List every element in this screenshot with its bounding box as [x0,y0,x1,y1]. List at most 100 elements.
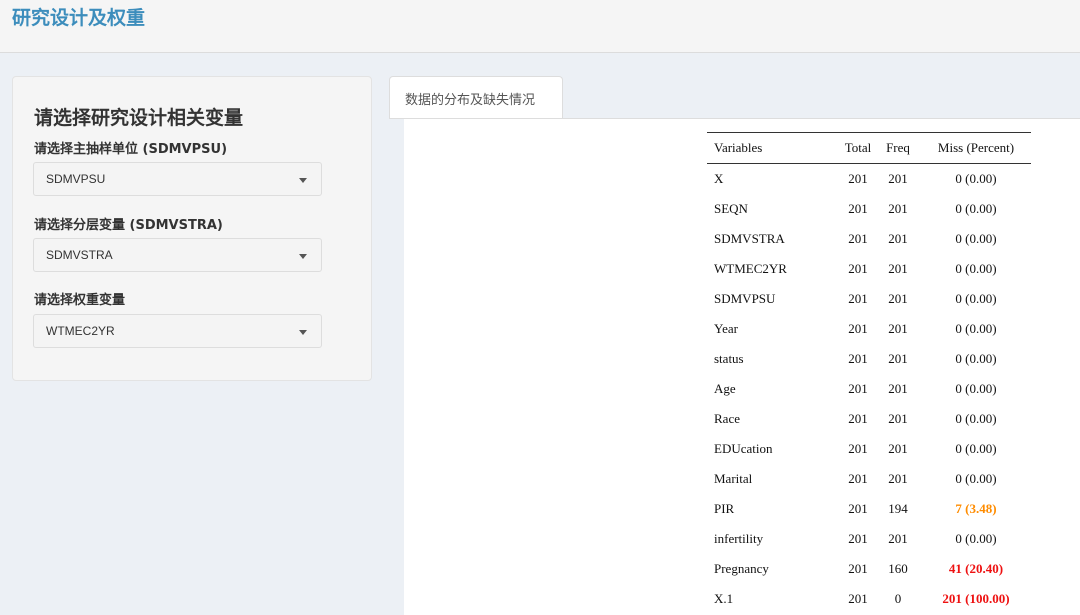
weight-select-value: WTMEC2YR [46,324,115,338]
cell-miss: 0 (0.00) [955,171,997,186]
cell-variable: WTMEC2YR [714,261,787,276]
table-row: Age 201 201 0 (0.00) [707,374,1031,404]
table-row: Year 201 201 0 (0.00) [707,314,1031,344]
cell-total: 201 [848,381,868,396]
header-freq: Freq [875,132,921,164]
cell-miss: 7 (3.48) [955,501,997,516]
cell-total: 201 [848,411,868,426]
cell-variable: Marital [714,471,753,486]
table-row: X 201 201 0 (0.00) [707,164,1031,195]
cell-variable: status [714,351,744,366]
psu-select[interactable]: SDMVPSU [33,162,322,196]
cell-miss: 0 (0.00) [955,351,997,366]
cell-total: 201 [848,471,868,486]
strata-label: 请选择分层变量 (SDMVSTRA) [34,218,223,233]
cell-freq: 201 [888,351,908,366]
cell-total: 201 [848,501,868,516]
header-miss: Miss (Percent) [921,132,1031,164]
cell-freq: 201 [888,381,908,396]
page-title: 研究设计及权重 [12,7,146,29]
table-row: PIR 201 194 7 (3.48) [707,494,1031,524]
cell-miss: 0 (0.00) [955,261,997,276]
header-total: Total [841,132,875,164]
table-row: SDMVSTRA 201 201 0 (0.00) [707,224,1031,254]
cell-miss: 0 (0.00) [955,291,997,306]
cell-freq: 194 [888,501,908,516]
cell-total: 201 [848,261,868,276]
cell-variable: infertility [714,531,764,546]
cell-variable: SEQN [714,201,748,216]
chevron-down-icon [299,178,307,183]
weight-select[interactable]: WTMEC2YR [33,314,322,348]
strata-select-value: SDMVSTRA [46,248,113,262]
psu-select-value: SDMVPSU [46,172,106,186]
cell-total: 201 [848,201,868,216]
table-row: infertility 201 201 0 (0.00) [707,524,1031,554]
chevron-down-icon [299,330,307,335]
cell-miss: 0 (0.00) [955,411,997,426]
cell-total: 201 [848,351,868,366]
weight-label: 请选择权重变量 [34,293,126,308]
top-bar: 研究设计及权重 [0,0,1080,53]
cell-total: 201 [848,531,868,546]
cell-total: 201 [848,591,868,606]
cell-total: 201 [848,291,868,306]
cell-miss: 41 (20.40) [948,561,1004,576]
psu-label: 请选择主抽样单位 (SDMVPSU) [34,142,228,157]
cell-freq: 201 [888,291,908,306]
table-row: Marital 201 201 0 (0.00) [707,464,1031,494]
table-row: Race 201 201 0 (0.00) [707,404,1031,434]
cell-miss: 0 (0.00) [955,441,997,456]
cell-variable: X [714,171,724,186]
cell-freq: 201 [888,231,908,246]
cell-variable: EDUcation [714,441,773,456]
table-row: EDUcation 201 201 0 (0.00) [707,434,1031,464]
tab-distribution-missing[interactable]: 数据的分布及缺失情况 [389,76,563,119]
cell-total: 201 [848,231,868,246]
table-row: WTMEC2YR 201 201 0 (0.00) [707,254,1031,284]
cell-total: 201 [848,441,868,456]
cell-variable: SDMVSTRA [714,231,785,246]
cell-freq: 201 [888,201,908,216]
cell-variable: Race [714,411,740,426]
missing-table: Variables Total Freq Miss (Percent) X 201… [707,132,1031,614]
cell-miss: 201 (100.00) [942,591,1010,606]
cell-variable: X.1 [714,591,734,606]
cell-variable: Pregnancy [714,561,769,576]
cell-total: 201 [848,321,868,336]
cell-miss: 0 (0.00) [955,471,997,486]
cell-total: 201 [848,561,868,576]
cell-miss: 0 (0.00) [955,231,997,246]
table-row: status 201 201 0 (0.00) [707,344,1031,374]
cell-freq: 201 [888,261,908,276]
cell-freq: 201 [888,531,908,546]
cell-variable: Year [714,321,738,336]
table-row: SEQN 201 201 0 (0.00) [707,194,1031,224]
sidebar-panel: 请选择研究设计相关变量 请选择主抽样单位 (SDMVPSU) SDMVPSU 请… [12,76,372,381]
cell-freq: 0 [894,591,902,606]
cell-variable: PIR [714,501,735,516]
cell-miss: 0 (0.00) [955,321,997,336]
cell-variable: SDMVPSU [714,291,776,306]
cell-miss: 0 (0.00) [955,381,997,396]
tab-content: Variables Total Freq Miss (Percent) X 201… [404,119,1080,615]
cell-total: 201 [848,171,868,186]
cell-freq: 160 [888,561,908,576]
cell-freq: 201 [888,471,908,486]
cell-miss: 0 (0.00) [955,531,997,546]
table-row: SDMVPSU 201 201 0 (0.00) [707,284,1031,314]
cell-variable: Age [714,381,736,396]
cell-freq: 201 [888,441,908,456]
table-row: X.1 201 0 201 (100.00) [707,584,1031,614]
header-variables: Variables [707,132,841,164]
tab-label: 数据的分布及缺失情况 [405,93,536,108]
table-row: Pregnancy 201 160 41 (20.40) [707,554,1031,584]
cell-miss: 0 (0.00) [955,201,997,216]
strata-select[interactable]: SDMVSTRA [33,238,322,272]
table-header-row: Variables Total Freq Miss (Percent) [707,132,1031,164]
chevron-down-icon [299,254,307,259]
cell-freq: 201 [888,171,908,186]
cell-freq: 201 [888,321,908,336]
panel-heading: 请选择研究设计相关变量 [34,107,244,129]
cell-freq: 201 [888,411,908,426]
